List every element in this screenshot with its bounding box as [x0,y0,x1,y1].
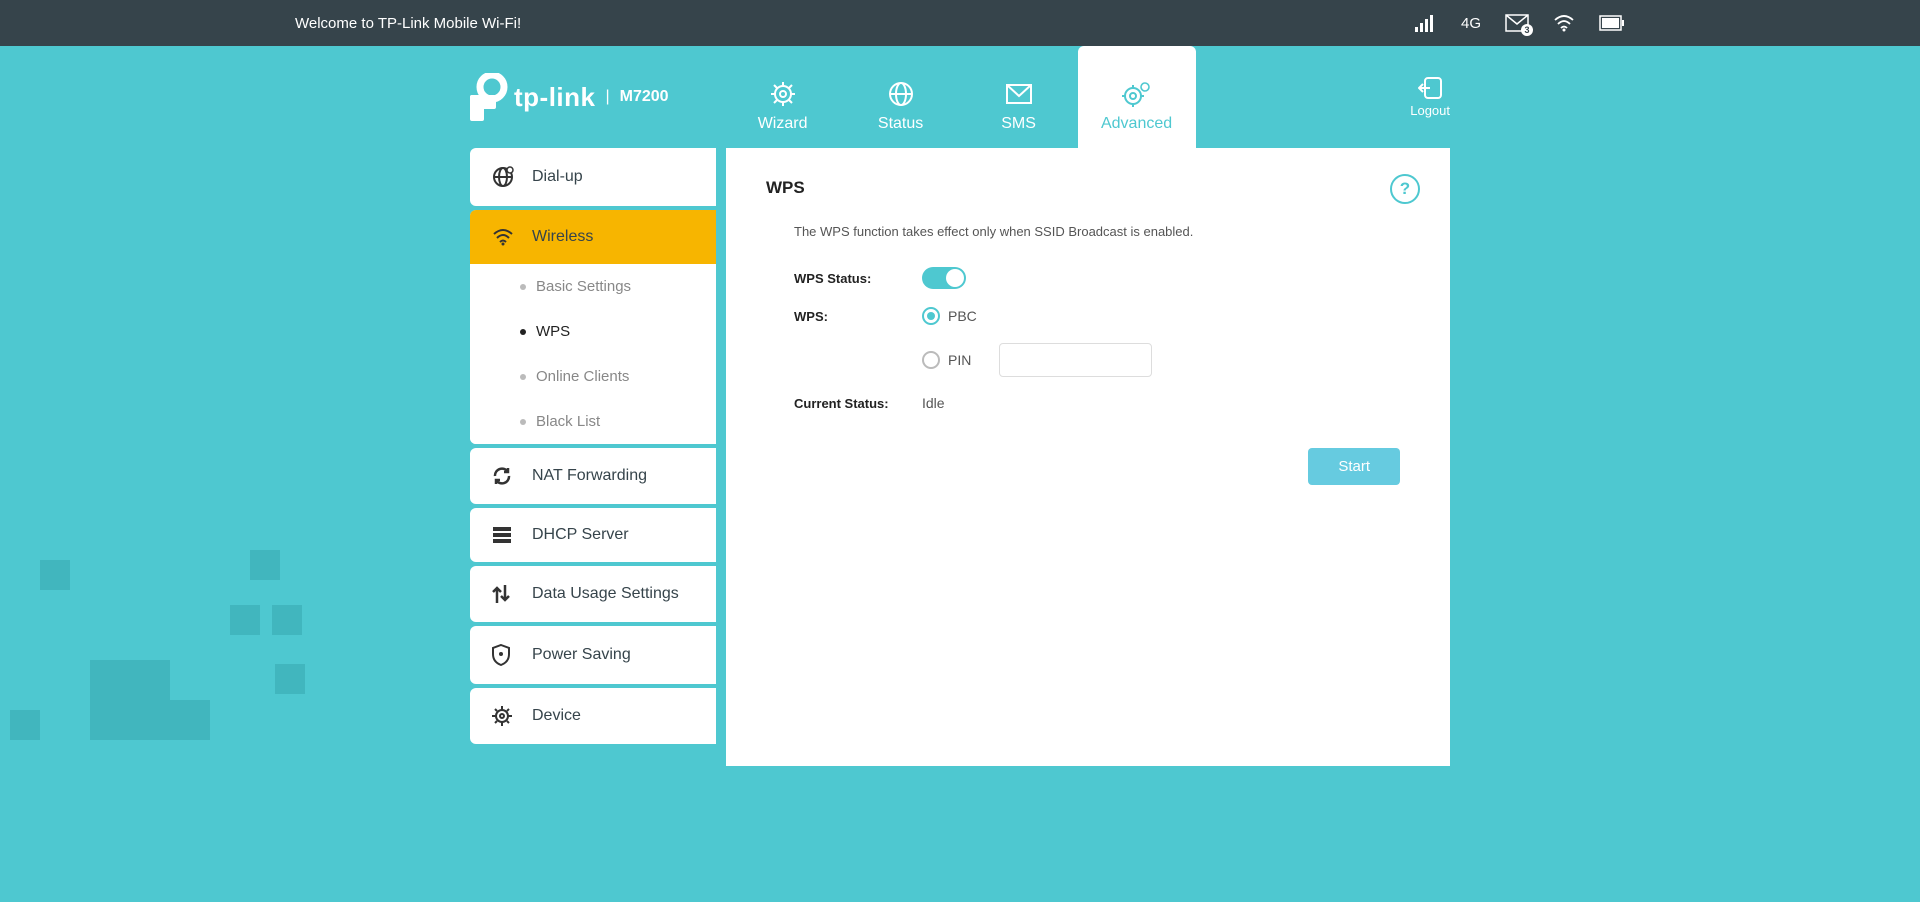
sidebar-label: Wireless [532,228,593,246]
sidebar-item-dialup[interactable]: Dial-up [470,148,716,206]
network-type: 4G [1461,15,1481,32]
sidebar-item-power[interactable]: Power Saving [470,626,716,684]
tab-label: Status [878,115,923,133]
sidebar-label: Device [532,707,581,725]
pin-label: PIN [948,352,971,368]
sidebar-label: NAT Forwarding [532,467,647,485]
bullet-icon [520,419,526,425]
current-status-value: Idle [922,395,945,411]
sidebar-sub-blacklist[interactable]: Black List [470,399,716,444]
sidebar-item-dhcp[interactable]: DHCP Server [470,508,716,562]
page-title: WPS [766,178,1410,198]
mail-icon [1006,79,1032,109]
wps-status-label: WPS Status: [794,271,922,286]
arrows-up-down-icon [492,584,532,604]
wps-method-label: WPS: [794,309,922,324]
globe-icon [888,79,914,109]
logout-label: Logout [1410,103,1450,118]
tab-sms[interactable]: SMS [960,46,1078,148]
sidebar-label: Dial-up [532,168,583,186]
gears-icon [1122,79,1152,109]
sidebar-label: Data Usage Settings [532,585,679,603]
bullet-icon [520,329,526,335]
wps-pin-radio[interactable] [922,351,940,369]
tab-label: Advanced [1101,115,1172,133]
sidebar-sub-online[interactable]: Online Clients [470,354,716,399]
start-button[interactable]: Start [1308,448,1400,485]
sidebar-item-nat[interactable]: NAT Forwarding [470,448,716,504]
sidebar-sub-basic[interactable]: Basic Settings [470,264,716,309]
shield-icon [492,644,532,666]
wifi-icon [492,228,532,246]
globe-dial-icon [492,166,532,188]
tab-wizard[interactable]: Wizard [724,46,842,148]
welcome-text: Welcome to TP-Link Mobile Wi-Fi! [295,15,521,32]
gear-small-icon [492,706,532,726]
gear-icon [770,79,796,109]
logout-icon [1418,77,1442,99]
tab-advanced[interactable]: Advanced [1078,46,1196,148]
refresh-icon [492,466,532,486]
current-status-label: Current Status: [794,396,922,411]
sidebar-item-device[interactable]: Device [470,688,716,744]
pbc-label: PBC [948,308,977,324]
battery-icon [1599,15,1625,31]
logout-button[interactable]: Logout [1410,77,1450,118]
sms-status-icon: 3 [1505,14,1529,32]
sidebar-label: Power Saving [532,646,631,664]
sidebar-sub-label: Basic Settings [536,278,631,295]
sidebar-sub-wps[interactable]: WPS [470,309,716,354]
sidebar-sub-label: Black List [536,413,600,430]
brand-logo: tp-link | M7200 [470,73,669,121]
wifi-status-icon [1553,14,1575,32]
tab-label: SMS [1001,115,1036,133]
sidebar-item-data-usage[interactable]: Data Usage Settings [470,566,716,622]
tab-label: Wizard [758,115,808,133]
page-description: The WPS function takes effect only when … [794,224,1410,239]
wps-pin-input[interactable] [999,343,1152,377]
bullet-icon [520,374,526,380]
signal-icon [1415,14,1437,32]
sidebar-label: DHCP Server [532,526,629,544]
bullet-icon [520,284,526,290]
wps-pbc-radio[interactable] [922,307,940,325]
sidebar-item-wireless[interactable]: Wireless [470,210,716,264]
server-icon [492,526,532,544]
sidebar-sub-label: Online Clients [536,368,629,385]
tab-status-page[interactable]: Status [842,46,960,148]
wps-status-toggle[interactable] [922,267,966,289]
sidebar-sub-label: WPS [536,323,570,340]
help-icon[interactable]: ? [1390,174,1420,204]
